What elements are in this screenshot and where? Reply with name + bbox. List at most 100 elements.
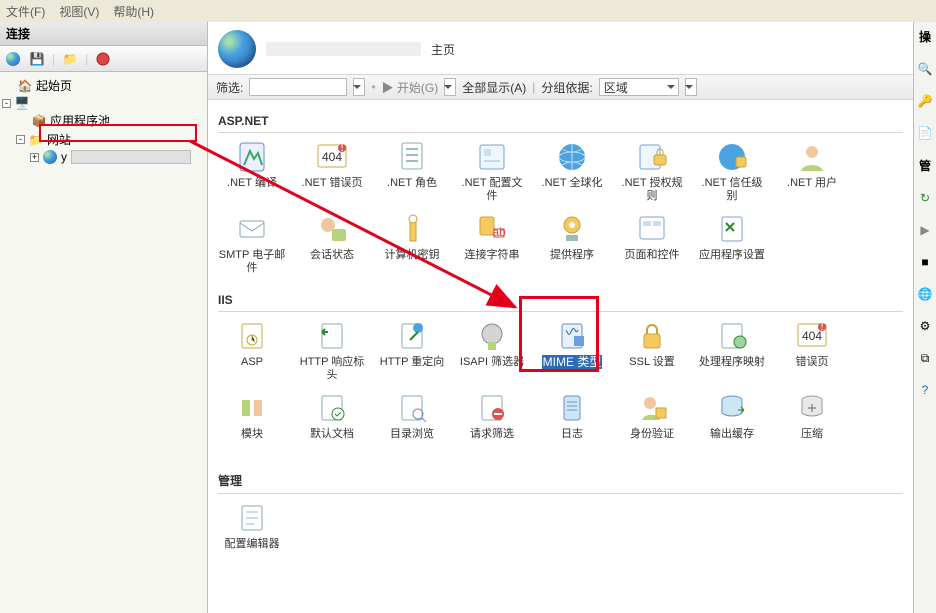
feature--NET-配置文件[interactable]: .NET 配置文件 xyxy=(458,139,526,203)
home-icon: 🏠 xyxy=(18,79,32,93)
start-button[interactable]: ▶ 开始(G) xyxy=(382,79,439,96)
feature--NET-授权规则[interactable]: .NET 授权规则 xyxy=(618,139,686,203)
start-dropdown[interactable] xyxy=(444,78,456,96)
filter-input[interactable] xyxy=(249,78,347,96)
feature-日志[interactable]: 日志 xyxy=(538,390,606,454)
conn-icon: ab xyxy=(474,211,510,247)
server-icon: 🖥️ xyxy=(15,96,29,110)
session-icon xyxy=(314,211,350,247)
feature-SMTP-电子邮件[interactable]: SMTP 电子邮件 xyxy=(218,211,286,275)
feature-连接字符串[interactable]: ab连接字符串 xyxy=(458,211,526,275)
collapse-icon[interactable]: - xyxy=(2,99,11,108)
feature-HTTP-响应标头[interactable]: HTTP 响应标头 xyxy=(298,318,366,382)
stop-action-icon[interactable]: ■ xyxy=(917,254,933,270)
feature-请求筛选[interactable]: 请求筛选 xyxy=(458,390,526,454)
edit-icon[interactable]: 📄 xyxy=(917,125,933,141)
feature-默认文档[interactable]: 默认文档 xyxy=(298,390,366,454)
redir-icon xyxy=(394,318,430,354)
log-icon xyxy=(554,390,590,426)
tree-site-item[interactable]: + y xyxy=(2,149,205,165)
feature--NET-全球化[interactable]: .NET 全球化 xyxy=(538,139,606,203)
resphdr-icon xyxy=(314,318,350,354)
feature-label: .NET 全球化 xyxy=(542,177,603,203)
site-globe-icon xyxy=(218,30,256,68)
up-icon[interactable]: 📁 xyxy=(61,50,79,68)
start-icon[interactable]: ▶ xyxy=(917,222,933,238)
help-icon[interactable]: ? xyxy=(917,382,933,398)
feature-MIME-类型[interactable]: MIME 类型 xyxy=(538,318,606,382)
menu-view[interactable]: 视图(V) xyxy=(59,3,99,20)
feature--NET-错误页[interactable]: 404!.NET 错误页 xyxy=(298,139,366,203)
connection-tree[interactable]: 🏠 起始页 - 🖥️ 📦 应用程序池 - 📁 网站 + y xyxy=(0,72,207,169)
browse-icon[interactable]: 🌐 xyxy=(917,286,933,302)
cache-icon xyxy=(714,390,750,426)
feature--NET-角色[interactable]: .NET 角色 xyxy=(378,139,446,203)
feature-提供程序[interactable]: 提供程序 xyxy=(538,211,606,275)
feature-label: 计算机密钥 xyxy=(385,249,440,275)
feature-HTTP-重定向[interactable]: HTTP 重定向 xyxy=(378,318,446,382)
explore-icon[interactable]: 🔍 xyxy=(917,61,933,77)
actions-panel: 操作 操 🔍 🔑 📄 管 ↻ ▶ ■ 🌐 ⚙ ⧉ ? xyxy=(914,22,936,613)
feature-输出缓存[interactable]: 输出缓存 xyxy=(698,390,766,454)
feature-label: 目录浏览 xyxy=(390,428,434,454)
dirbrowse-icon xyxy=(394,390,430,426)
reqfilter-icon xyxy=(474,390,510,426)
feature-模块[interactable]: 模块 xyxy=(218,390,286,454)
globe-icon xyxy=(43,150,57,164)
feature--NET-信任级别[interactable]: .NET 信任级别 xyxy=(698,139,766,203)
svg-text:404: 404 xyxy=(322,150,342,164)
menu-help[interactable]: 帮助(H) xyxy=(113,3,154,20)
feature-身份验证[interactable]: 身份验证 xyxy=(618,390,686,454)
feature-label: .NET 配置文件 xyxy=(458,177,526,203)
asp-icon xyxy=(234,318,270,354)
feature-ASP[interactable]: ASP xyxy=(218,318,286,382)
feature-content: ASP.NET .NET 编译404!.NET 错误页.NET 角色 .NET 配… xyxy=(208,100,913,613)
feature-label: 请求筛选 xyxy=(470,428,514,454)
connect-icon[interactable] xyxy=(4,50,22,68)
feature-会话状态[interactable]: 会话状态 xyxy=(298,211,366,275)
feature--NET-用户[interactable]: .NET 用户 xyxy=(778,139,846,203)
feature-压缩[interactable]: 压缩 xyxy=(778,390,846,454)
svg-text:404: 404 xyxy=(802,329,822,343)
menu-file[interactable]: 文件(F) xyxy=(6,3,45,20)
feature-计算机密钥[interactable]: 计算机密钥 xyxy=(378,211,446,275)
authn-icon xyxy=(634,390,670,426)
permissions-icon[interactable]: 🔑 xyxy=(917,93,933,109)
expand-icon[interactable]: + xyxy=(30,153,39,162)
view-dropdown[interactable] xyxy=(685,78,697,96)
feature-错误页[interactable]: 404!错误页 xyxy=(778,318,846,382)
stop-icon[interactable] xyxy=(94,50,112,68)
handler-icon xyxy=(714,318,750,354)
limits-icon[interactable]: ⧉ xyxy=(917,350,933,366)
feature-label: .NET 信任级别 xyxy=(698,177,766,203)
collapse-icon[interactable]: - xyxy=(16,135,25,144)
tree-app-pools[interactable]: 📦 应用程序池 xyxy=(2,111,205,130)
isapi-icon xyxy=(474,318,510,354)
connections-title: 连接 xyxy=(0,22,207,46)
feature-目录浏览[interactable]: 目录浏览 xyxy=(378,390,446,454)
tree-sites[interactable]: - 📁 网站 xyxy=(2,130,205,149)
tree-start-page[interactable]: 🏠 起始页 xyxy=(2,76,205,95)
feature--NET-编译[interactable]: .NET 编译 xyxy=(218,139,286,203)
feature-SSL-设置[interactable]: SSL 设置 xyxy=(618,318,686,382)
feature-label: 错误页 xyxy=(796,356,829,382)
restart-icon[interactable]: ↻ xyxy=(917,190,933,206)
feature-label: 身份验证 xyxy=(630,428,674,454)
feature-处理程序映射[interactable]: 处理程序映射 xyxy=(698,318,766,382)
group-iis-grid: ASPHTTP 响应标头HTTP 重定向ISAPI 筛选器MIME 类型SSL … xyxy=(218,318,903,454)
tree-server-root[interactable]: - 🖥️ xyxy=(2,95,205,111)
groupby-dropdown[interactable]: 区域 xyxy=(599,78,679,96)
filter-bar: 筛选: • ▶ 开始(G) 全部显示(A) | 分组依据: 区域 xyxy=(208,74,913,100)
feature-应用程序设置[interactable]: 应用程序设置 xyxy=(698,211,766,275)
smtp-icon xyxy=(234,211,270,247)
feature-ISAPI-筛选器[interactable]: ISAPI 筛选器 xyxy=(458,318,526,382)
feature-页面和控件[interactable]: 页面和控件 xyxy=(618,211,686,275)
show-all-button[interactable]: 全部显示(A) xyxy=(462,79,526,96)
feature-配置编辑器[interactable]: 配置编辑器 xyxy=(218,500,286,564)
group-aspnet-title: ASP.NET xyxy=(218,114,903,128)
feature-label: 会话状态 xyxy=(310,249,354,275)
advanced-icon[interactable]: ⚙ xyxy=(917,318,933,334)
save-icon[interactable]: 💾 xyxy=(28,50,46,68)
filter-scope-dropdown[interactable] xyxy=(353,78,365,96)
feature-label: 输出缓存 xyxy=(710,428,754,454)
